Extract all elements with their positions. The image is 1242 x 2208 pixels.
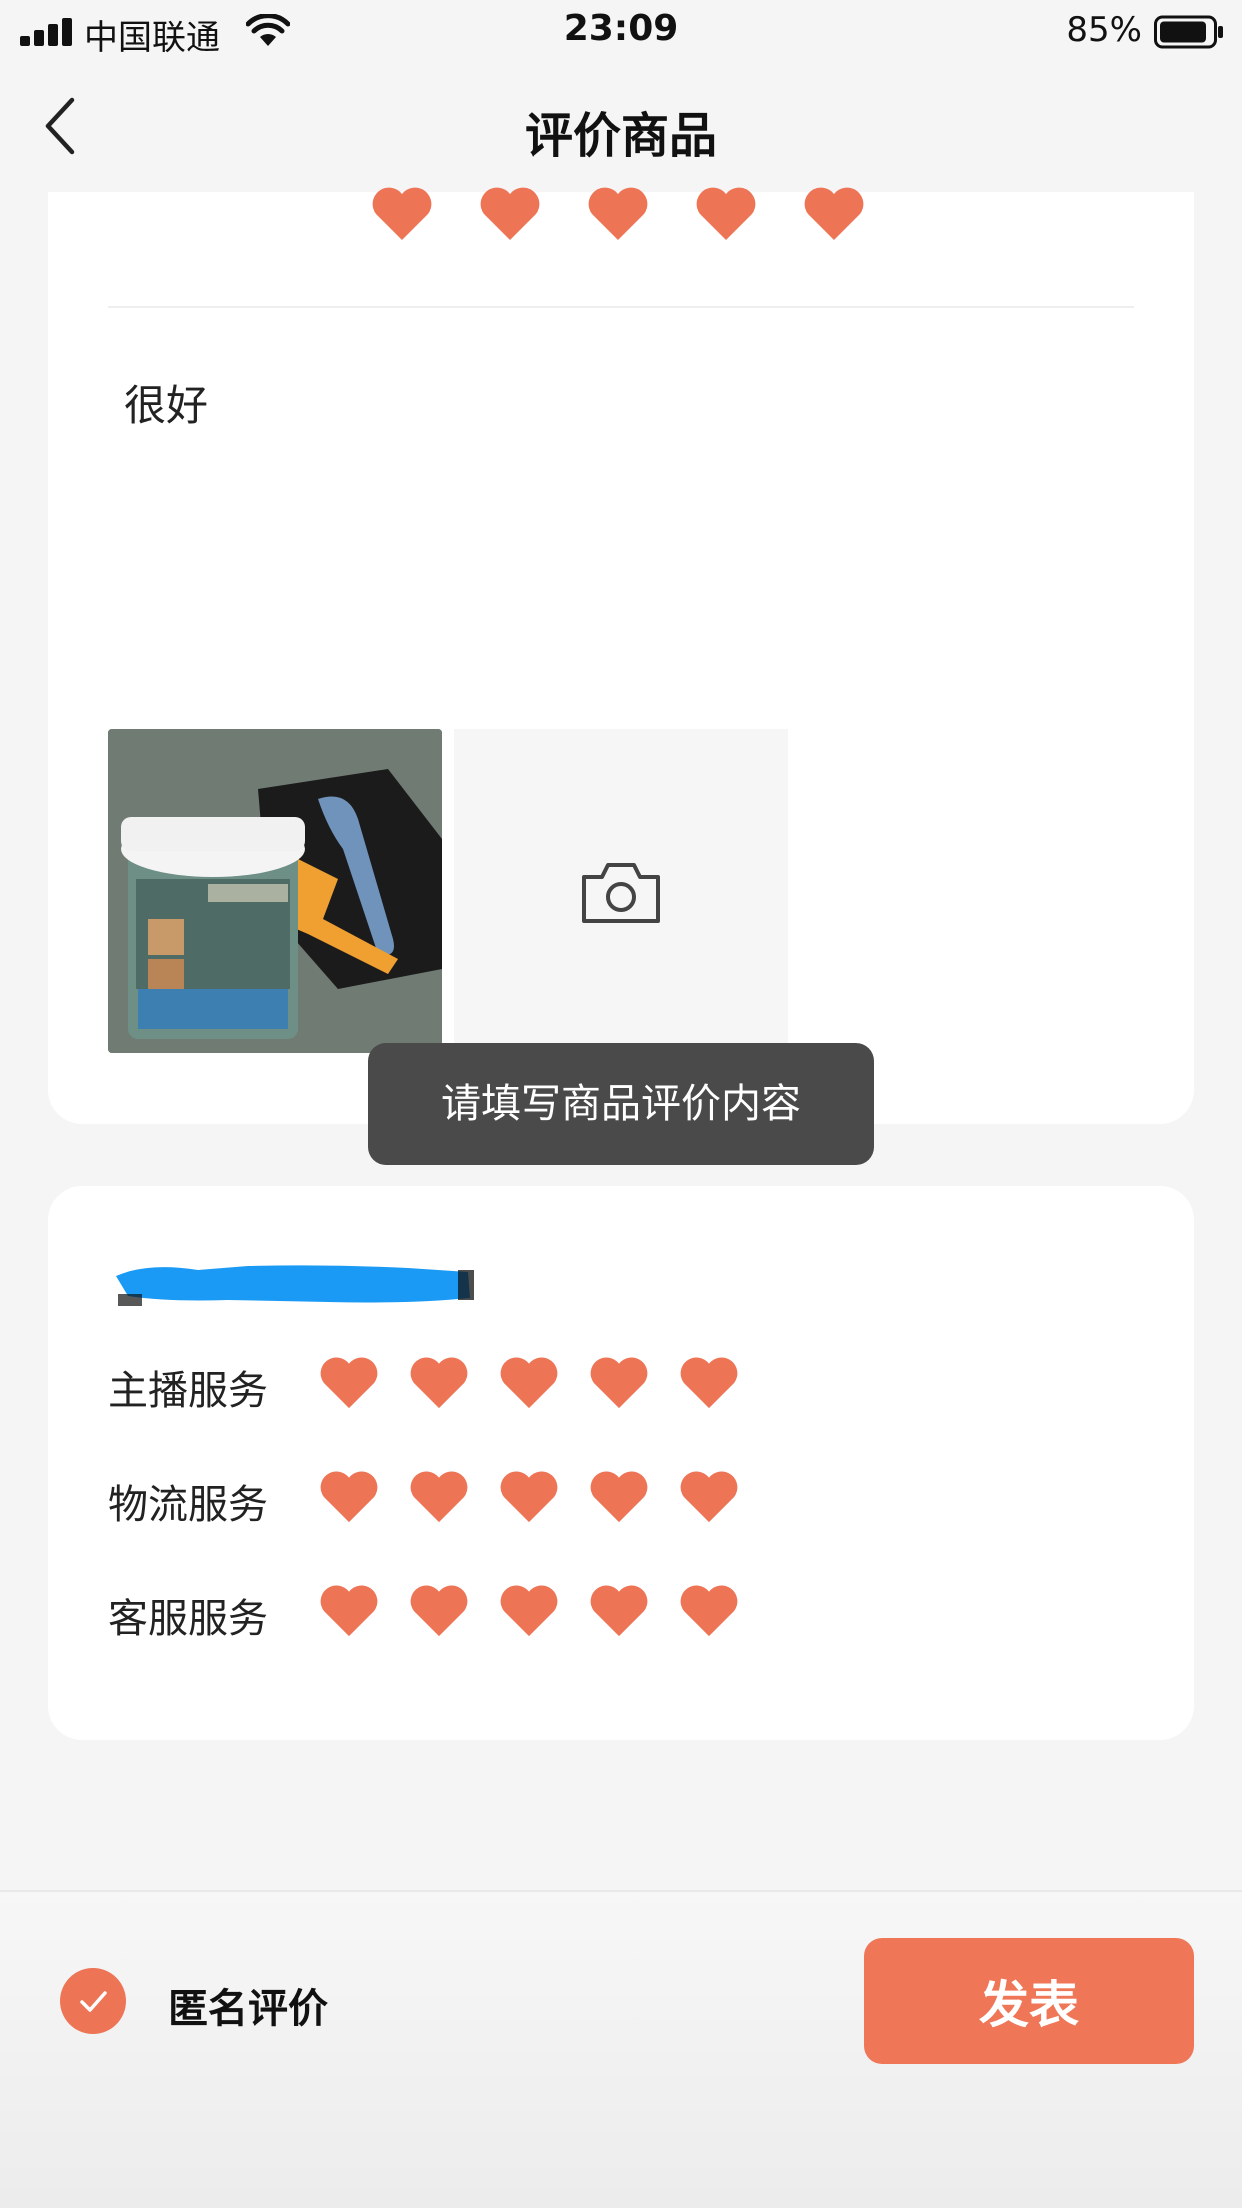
service-row: 主播服务 xyxy=(108,1344,1108,1424)
service-label: 主播服务 xyxy=(108,1368,268,1414)
status-bar: 中国联通 23:09 85% xyxy=(0,0,1242,64)
camera-icon xyxy=(582,863,660,923)
anonymous-checkbox[interactable] xyxy=(60,1968,126,2034)
battery-percentage: 85% xyxy=(1066,10,1142,50)
heart-icon[interactable] xyxy=(588,1354,650,1410)
uploaded-photo[interactable] xyxy=(108,729,442,1053)
checkmark-icon xyxy=(80,1991,107,2012)
service-rating xyxy=(318,1354,818,1414)
product-rating xyxy=(48,187,1194,282)
divider xyxy=(108,306,1134,308)
toast-message: 请填写商品评价内容 xyxy=(368,1043,874,1165)
service-row: 物流服务 xyxy=(108,1458,1108,1538)
heart-icon[interactable] xyxy=(498,1582,560,1638)
heart-icon[interactable] xyxy=(318,1354,380,1410)
redaction-scribble xyxy=(116,1265,474,1306)
heart-icon[interactable] xyxy=(478,184,542,242)
product-photo xyxy=(108,729,442,1053)
review-screen: 中国联通 23:09 85% 评价商品 很好 请填写商品评价内容 主播服务 物流… xyxy=(0,0,1242,2208)
heart-icon[interactable] xyxy=(588,1468,650,1524)
heart-icon[interactable] xyxy=(318,1468,380,1524)
heart-icon[interactable] xyxy=(678,1354,740,1410)
heart-icon[interactable] xyxy=(408,1354,470,1410)
heart-icon[interactable] xyxy=(678,1468,740,1524)
heart-icon[interactable] xyxy=(802,184,866,242)
add-photo-button[interactable] xyxy=(454,729,788,1053)
publish-button[interactable]: 发表 xyxy=(864,1938,1194,2064)
battery-icon xyxy=(1154,15,1223,49)
service-rating-card: 主播服务 物流服务 客服服务 xyxy=(48,1186,1194,1740)
heart-icon[interactable] xyxy=(408,1468,470,1524)
store-name xyxy=(108,1256,478,1310)
product-review-card: 很好 xyxy=(48,187,1194,1124)
heart-icon[interactable] xyxy=(318,1582,380,1638)
heart-icon[interactable] xyxy=(694,184,758,242)
heart-icon[interactable] xyxy=(678,1582,740,1638)
service-row: 客服服务 xyxy=(108,1572,1108,1652)
heart-icon[interactable] xyxy=(588,1582,650,1638)
anonymous-label: 匿名评价 xyxy=(168,1986,328,2032)
service-label: 物流服务 xyxy=(108,1482,268,1528)
bottom-action-bar: 匿名评价 发表 xyxy=(0,1892,1242,2208)
service-rating xyxy=(318,1582,818,1642)
heart-icon[interactable] xyxy=(586,184,650,242)
service-label: 客服服务 xyxy=(108,1596,268,1642)
service-rating xyxy=(318,1468,818,1528)
heart-icon[interactable] xyxy=(498,1354,560,1410)
heart-icon[interactable] xyxy=(370,184,434,242)
review-text-input[interactable]: 很好 xyxy=(124,372,208,433)
clock: 23:09 xyxy=(563,8,679,49)
heart-icon[interactable] xyxy=(498,1468,560,1524)
page-title: 评价商品 xyxy=(524,108,717,164)
heart-icon[interactable] xyxy=(408,1582,470,1638)
navigation-bar: 评价商品 xyxy=(0,64,1242,192)
